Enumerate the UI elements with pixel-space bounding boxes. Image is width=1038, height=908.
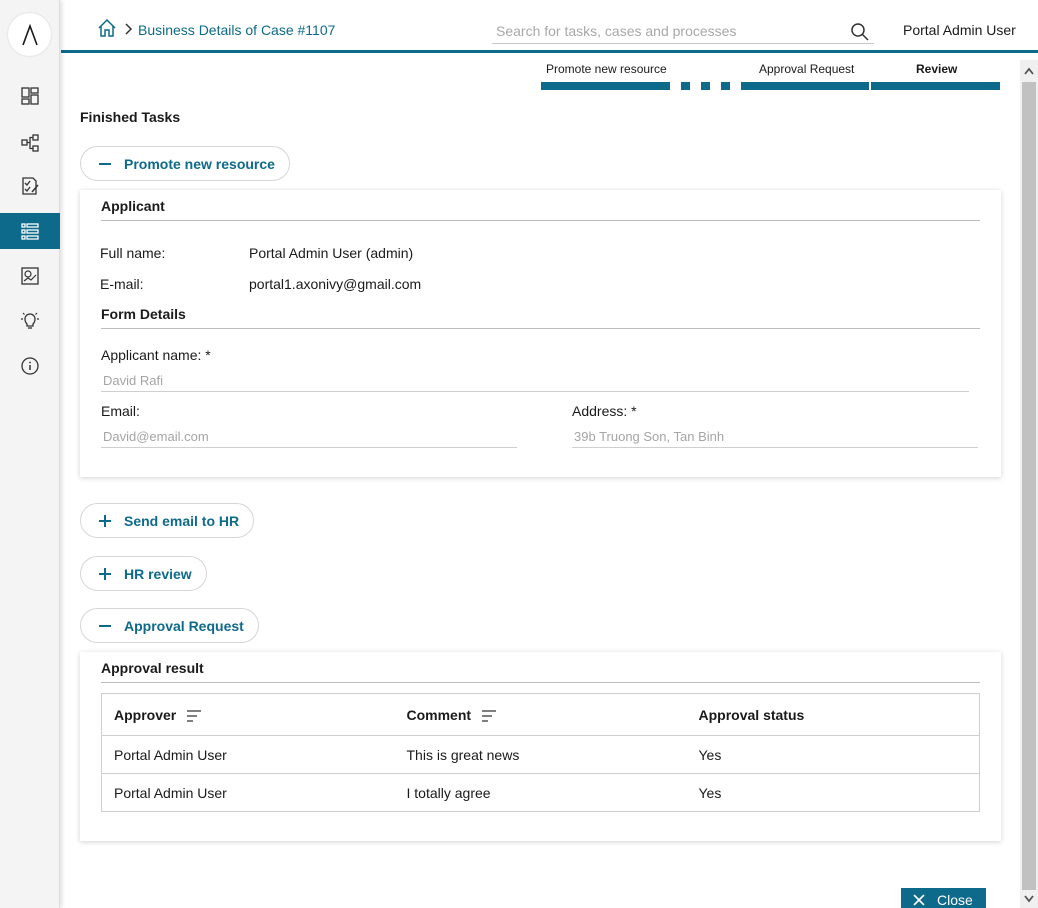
search-box [492, 18, 874, 44]
column-header-approval-status: Approval status [686, 693, 980, 736]
finished-tasks-title: Finished Tasks [80, 109, 181, 125]
task-label: HR review [124, 565, 192, 582]
sidebar-item-dashboard[interactable] [0, 78, 60, 114]
chevron-right-icon [125, 23, 133, 35]
task-toggle-approval-request[interactable]: Approval Request [80, 608, 259, 643]
cell-approver: Portal Admin User [101, 735, 395, 774]
step-dot [721, 82, 730, 90]
sidebar-item-ideas[interactable] [0, 303, 60, 339]
plus-icon [99, 567, 111, 580]
page-scrollbar[interactable] [1020, 60, 1038, 908]
sort-icon[interactable] [186, 710, 202, 722]
scroll-thumb[interactable] [1022, 82, 1036, 890]
sidebar-item-processes[interactable] [0, 125, 60, 161]
plus-icon [99, 514, 111, 527]
promote-resource-card: Applicant Full name: Portal Admin User (… [80, 190, 1001, 477]
table-row: Portal Admin User I totally agree Yes [101, 773, 980, 812]
info-icon [21, 357, 39, 375]
full-name-label: Full name: [100, 245, 166, 261]
sidebar-item-tasks[interactable] [0, 168, 60, 204]
address-input[interactable] [572, 426, 978, 448]
cell-comment: This is great news [394, 735, 687, 774]
close-button-label: Close [937, 892, 973, 908]
column-header-approver[interactable]: Approver [101, 693, 395, 736]
sidebar-item-cases[interactable] [0, 213, 60, 249]
approval-result-heading: Approval result [101, 660, 204, 676]
form-details-heading: Form Details [101, 306, 186, 322]
search-input[interactable] [496, 20, 836, 42]
email-input[interactable] [101, 426, 517, 448]
step-label-approval: Approval Request [759, 62, 855, 76]
logo[interactable] [8, 13, 51, 56]
axon-logo-icon [21, 23, 38, 45]
applicant-name-label: Applicant name: * [101, 347, 211, 363]
scroll-down-arrow-icon [1024, 895, 1034, 903]
approval-table: Approver Comment Approval status Portal … [101, 693, 980, 812]
statistics-icon [21, 267, 39, 285]
table-header-row: Approver Comment Approval status [101, 693, 980, 736]
home-icon[interactable] [97, 18, 117, 38]
breadcrumb-current: Business Details of Case #1107 [138, 22, 336, 38]
task-toggle-promote-new-resource[interactable]: Promote new resource [80, 146, 290, 181]
required-mark: * [631, 403, 637, 419]
divider [101, 682, 980, 683]
task-label: Promote new resource [124, 155, 275, 172]
task-label: Send email to HR [124, 512, 240, 529]
cell-comment: I totally agree [394, 773, 687, 812]
scroll-up-button[interactable] [1020, 62, 1038, 80]
minus-icon [99, 624, 111, 627]
top-header: Business Details of Case #1107 Portal Ad… [61, 0, 1038, 53]
column-header-comment[interactable]: Comment [394, 693, 687, 736]
step-bar-review [871, 82, 1000, 90]
applicant-name-input[interactable] [101, 370, 969, 392]
step-bar-promote [541, 82, 670, 90]
email-label: E-mail: [100, 276, 144, 292]
sort-icon[interactable] [481, 710, 497, 722]
email-value: portal1.axonivy@gmail.com [249, 276, 422, 292]
close-icon [913, 894, 925, 906]
user-menu[interactable]: Portal Admin User [903, 22, 1016, 38]
dashboard-icon [21, 87, 39, 105]
required-mark: * [205, 347, 211, 363]
sidebar [0, 0, 60, 908]
step-label-promote: Promote new resource [546, 62, 667, 76]
approval-request-card: Approval result Approver Comment Approva… [80, 652, 1001, 841]
address-label: Address: * [572, 403, 637, 419]
cell-approval-status: Yes [686, 735, 980, 774]
divider [101, 220, 980, 221]
scroll-up-arrow-icon [1024, 67, 1034, 75]
close-button[interactable]: Close [901, 888, 986, 908]
search-icon[interactable] [850, 22, 870, 42]
sidebar-item-statistics[interactable] [0, 258, 60, 294]
process-icon [21, 134, 39, 152]
step-bar-approval [741, 82, 869, 90]
step-label-review: Review [916, 62, 958, 76]
case-list-icon [21, 223, 39, 240]
step-dot [701, 82, 710, 90]
applicant-heading: Applicant [101, 198, 165, 214]
step-dot [681, 82, 690, 90]
minus-icon [99, 162, 111, 165]
scroll-down-button[interactable] [1020, 890, 1038, 908]
full-name-value: Portal Admin User (admin) [249, 245, 414, 261]
email-field-label: Email: [101, 403, 140, 419]
cell-approval-status: Yes [686, 773, 980, 812]
cell-approver: Portal Admin User [101, 773, 395, 812]
task-toggle-send-email-to-hr[interactable]: Send email to HR [80, 503, 255, 538]
sidebar-item-about[interactable] [0, 348, 60, 384]
table-row: Portal Admin User This is great news Yes [101, 735, 980, 774]
task-label: Approval Request [124, 617, 244, 634]
lightbulb-icon [21, 312, 39, 329]
task-icon [22, 177, 39, 195]
divider [101, 328, 980, 329]
task-toggle-hr-review[interactable]: HR review [80, 556, 207, 591]
